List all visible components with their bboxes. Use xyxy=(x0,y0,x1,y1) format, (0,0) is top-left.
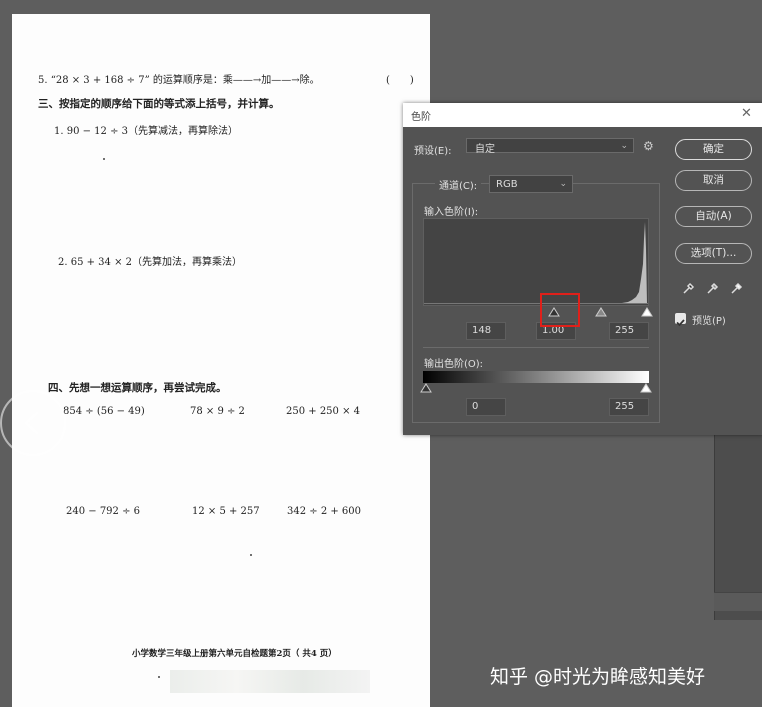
gray-eyedropper-icon[interactable] xyxy=(705,280,721,296)
watermark: 知乎 @时光为眸感知美好 xyxy=(490,666,706,688)
expr-1: 854 ÷ (56 − 49) xyxy=(63,406,145,417)
divider xyxy=(423,347,649,348)
histogram xyxy=(423,218,649,306)
section-3-question-2: 2. 65 + 34 × 2（先算加法，再算乘法） xyxy=(58,257,243,268)
close-icon[interactable]: ✕ xyxy=(741,106,752,121)
ok-button[interactable]: 确定 xyxy=(675,139,752,160)
input-levels-label: 输入色阶(I): xyxy=(424,207,479,218)
expr-2: 78 × 9 ÷ 2 xyxy=(190,406,245,417)
section-3-heading: 三、按指定的顺序给下面的等式添上括号，并计算。 xyxy=(38,98,280,110)
chevron-left-icon xyxy=(24,411,39,435)
channel-select[interactable]: RGB ⌄ xyxy=(489,175,573,193)
preview-label: 预览(P) xyxy=(692,316,726,327)
output-white-field[interactable]: 255 xyxy=(609,398,649,416)
gamma-slider[interactable] xyxy=(595,307,607,317)
black-eyedropper-icon[interactable] xyxy=(681,280,697,296)
cancel-button[interactable]: 取消 xyxy=(675,170,752,191)
ink-dot xyxy=(250,554,252,556)
preview-checkbox[interactable] xyxy=(675,313,686,327)
output-black-field[interactable]: 0 xyxy=(466,398,506,416)
gear-icon[interactable]: ⚙ xyxy=(643,139,654,153)
white-eyedropper-icon[interactable] xyxy=(729,280,745,296)
scan-smudge xyxy=(170,670,370,693)
input-white-field[interactable]: 255 xyxy=(609,322,649,340)
page-footer: 小学数学三年级上册第六单元自检题第2页（ 共4 页） xyxy=(132,649,337,659)
auto-button[interactable]: 自动(A) xyxy=(675,206,752,227)
channel-label: 通道(C): xyxy=(435,177,482,192)
output-black-slider[interactable] xyxy=(420,383,432,393)
expr-4: 240 − 792 ÷ 6 xyxy=(66,506,141,517)
preset-value: 自定 xyxy=(475,144,495,155)
chevron-down-icon: ⌄ xyxy=(559,179,567,189)
background-window-bar xyxy=(714,592,762,611)
section-3-question-1: 1. 90 − 12 ÷ 3（先算减法，再算除法） xyxy=(54,126,239,137)
histogram-graph xyxy=(424,222,648,304)
preset-label: 预设(E): xyxy=(414,146,452,157)
answer-paren: ( ) xyxy=(386,75,414,86)
output-levels-label: 输出色阶(O): xyxy=(424,359,484,370)
back-button[interactable] xyxy=(0,390,66,456)
levels-dialog: 色阶 ✕ 预设(E): 自定 ⌄ ⚙ 通道(C): RGB ⌄ 输入色阶(I):… xyxy=(403,103,762,435)
input-black-field[interactable]: 148 xyxy=(466,322,506,340)
document-page: 5. “28 × 3 + 168 ÷ 7” 的运算顺序是：乘——→加——→除。 … xyxy=(12,14,430,707)
question-5: 5. “28 × 3 + 168 ÷ 7” 的运算顺序是：乘——→加——→除。 xyxy=(38,75,320,86)
checkmark-icon xyxy=(676,319,685,327)
dialog-title: 色阶 xyxy=(411,112,431,123)
expr-6: 342 ÷ 2 + 600 xyxy=(287,506,362,517)
highlight-box xyxy=(540,293,580,327)
white-point-slider[interactable] xyxy=(641,307,653,317)
output-gradient xyxy=(423,371,649,383)
channel-value: RGB xyxy=(496,179,518,190)
output-white-slider[interactable] xyxy=(640,383,652,393)
section-4-heading: 四、先想一想运算顺序，再尝试完成。 xyxy=(48,382,227,394)
ink-dot xyxy=(103,158,105,160)
options-button[interactable]: 选项(T)... xyxy=(675,243,752,264)
ink-dot xyxy=(158,676,160,678)
expr-3: 250 + 250 × 4 xyxy=(286,406,361,417)
chevron-down-icon: ⌄ xyxy=(620,141,628,151)
expr-5: 12 × 5 + 257 xyxy=(192,506,260,517)
dialog-titlebar[interactable]: 色阶 ✕ xyxy=(403,103,762,127)
preset-select[interactable]: 自定 ⌄ xyxy=(466,138,634,155)
